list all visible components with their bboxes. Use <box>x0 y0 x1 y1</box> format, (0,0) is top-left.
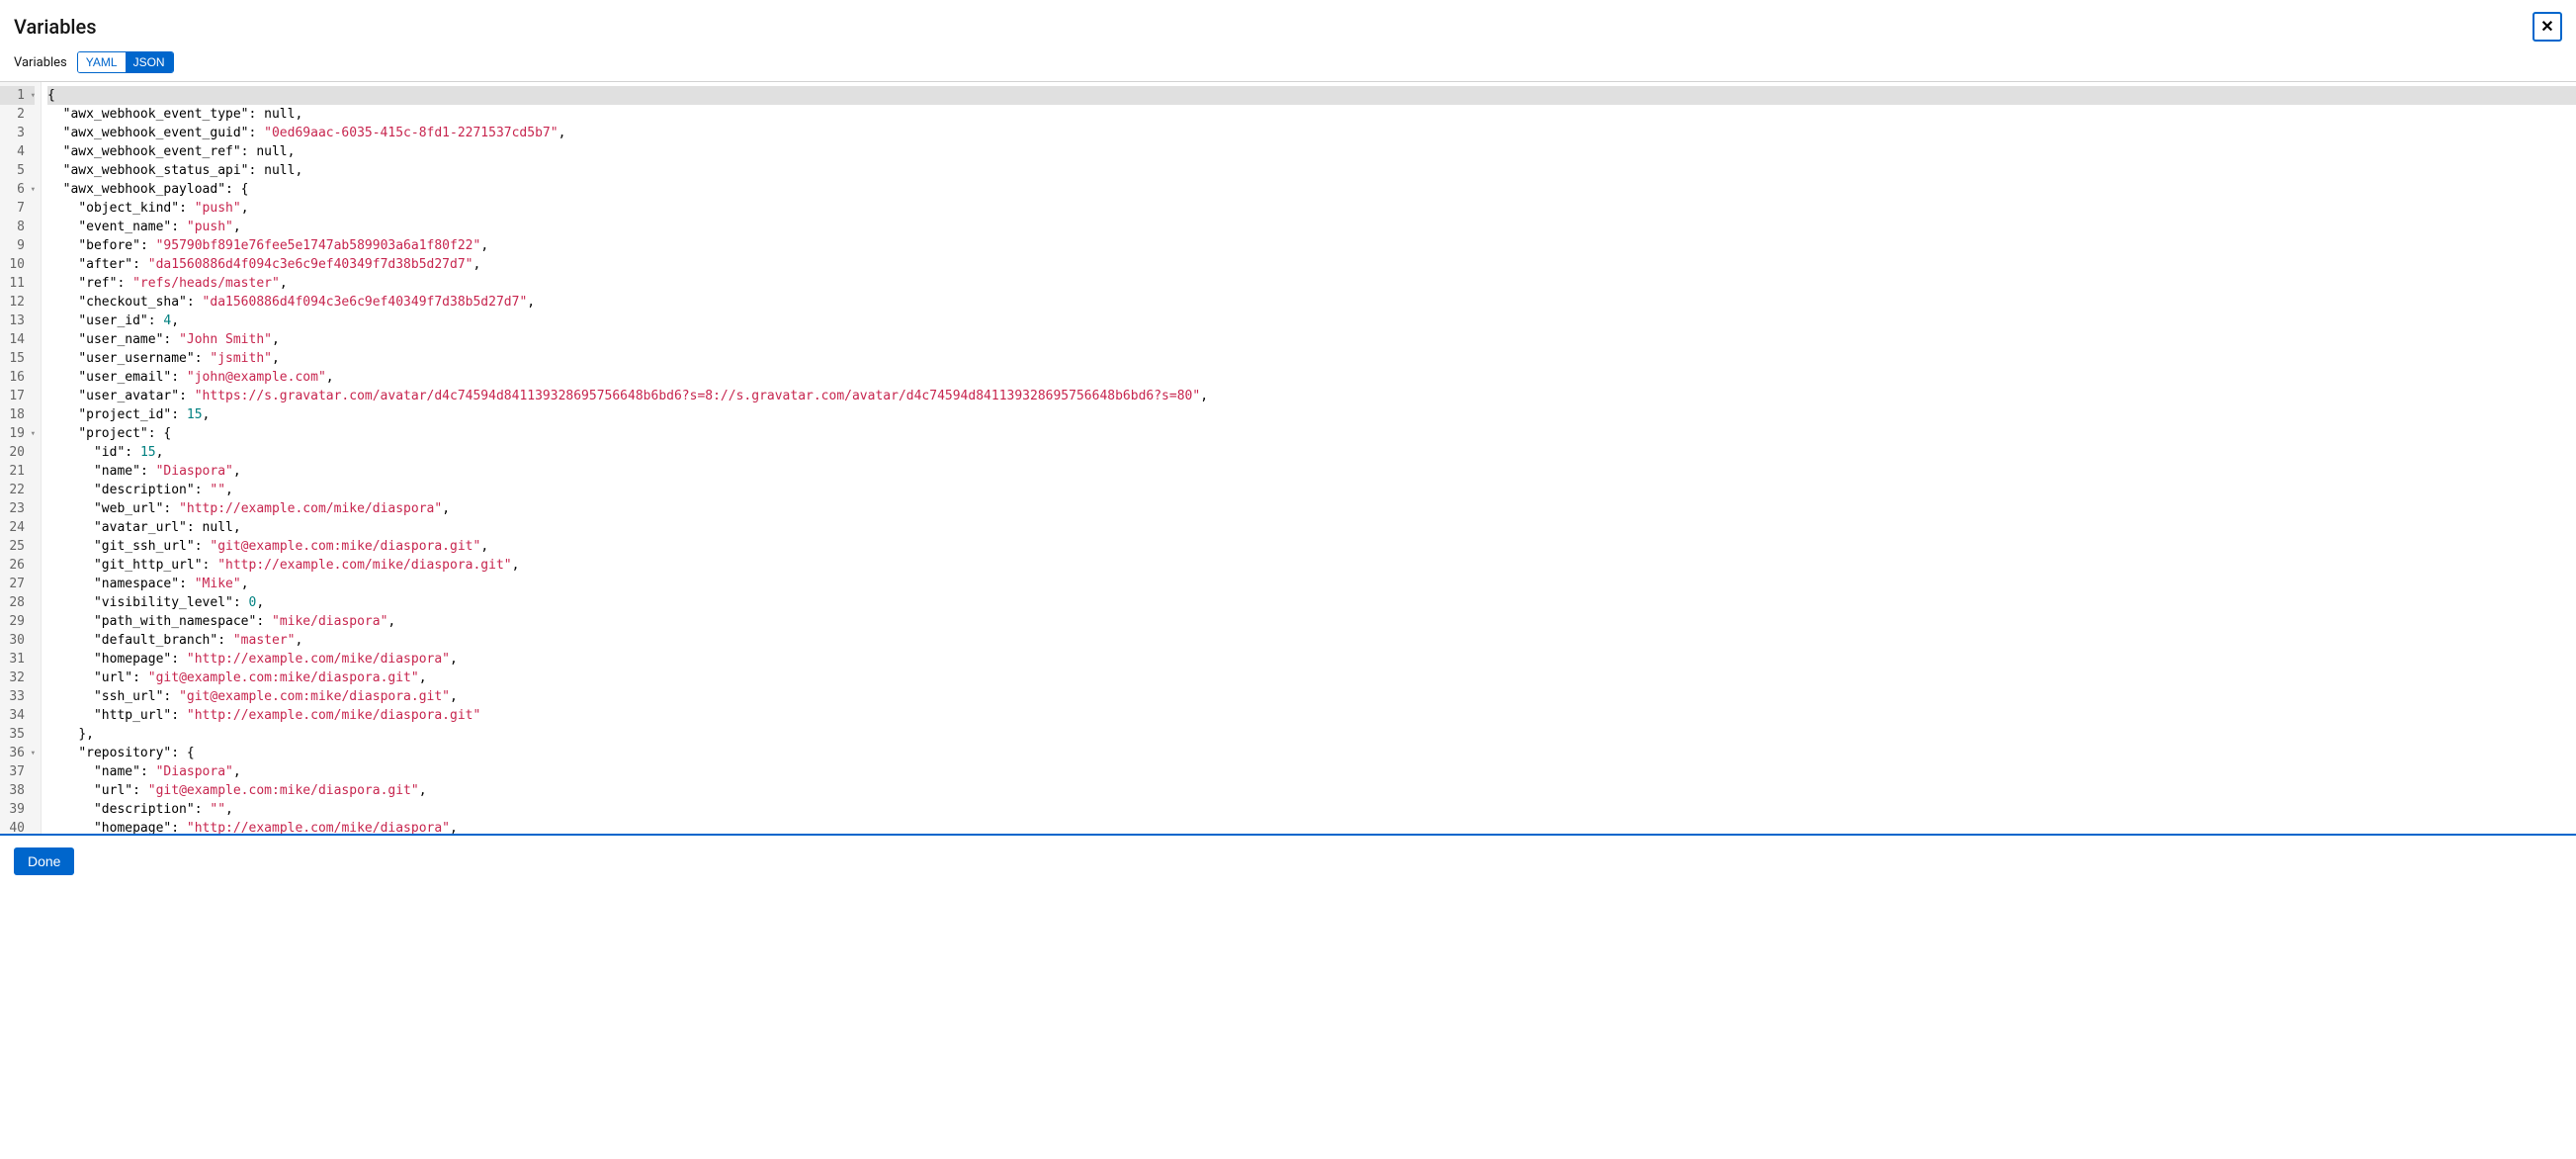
line-number: 29 <box>0 612 35 631</box>
code-line[interactable]: "avatar_url": null, <box>47 518 2576 537</box>
code-editor[interactable]: 1234567891011121314151617181920212223242… <box>0 81 2576 836</box>
line-number: 26 <box>0 556 35 575</box>
code-line[interactable]: "homepage": "http://example.com/mike/dia… <box>47 650 2576 669</box>
code-line[interactable]: "project": { <box>47 424 2576 443</box>
code-line[interactable]: { <box>47 86 2576 105</box>
code-line[interactable]: "object_kind": "push", <box>47 199 2576 218</box>
line-number: 14 <box>0 330 35 349</box>
code-line[interactable]: }, <box>47 725 2576 744</box>
line-number: 37 <box>0 762 35 781</box>
line-number: 12 <box>0 293 35 312</box>
toolbar: Variables YAML JSON <box>0 45 2576 81</box>
line-number: 31 <box>0 650 35 669</box>
line-number: 36 <box>0 744 35 762</box>
line-number: 5 <box>0 161 35 180</box>
code-line[interactable]: "after": "da1560886d4f094c3e6c9ef40349f7… <box>47 255 2576 274</box>
code-line[interactable]: "url": "git@example.com:mike/diaspora.gi… <box>47 669 2576 687</box>
line-number: 7 <box>0 199 35 218</box>
code-line[interactable]: "description": "", <box>47 800 2576 819</box>
line-number: 4 <box>0 142 35 161</box>
page-title: Variables <box>14 15 97 39</box>
line-number: 35 <box>0 725 35 744</box>
line-number: 2 <box>0 105 35 124</box>
toggle-yaml-button[interactable]: YAML <box>78 52 126 72</box>
done-button[interactable]: Done <box>14 847 74 875</box>
code-line[interactable]: "id": 15, <box>47 443 2576 462</box>
code-line[interactable]: "repository": { <box>47 744 2576 762</box>
code-line[interactable]: "awx_webhook_event_guid": "0ed69aac-6035… <box>47 124 2576 142</box>
code-line[interactable]: "user_avatar": "https://s.gravatar.com/a… <box>47 387 2576 405</box>
line-number: 25 <box>0 537 35 556</box>
toolbar-label: Variables <box>14 55 67 70</box>
line-number: 39 <box>0 800 35 819</box>
line-number: 22 <box>0 481 35 499</box>
line-number: 10 <box>0 255 35 274</box>
line-number: 38 <box>0 781 35 800</box>
line-number: 19 <box>0 424 35 443</box>
code-line[interactable]: "before": "95790bf891e76fee5e1747ab58990… <box>47 236 2576 255</box>
line-number: 18 <box>0 405 35 424</box>
code-line[interactable]: "awx_webhook_payload": { <box>47 180 2576 199</box>
line-number: 30 <box>0 631 35 650</box>
line-number: 3 <box>0 124 35 142</box>
code-line[interactable]: "user_id": 4, <box>47 312 2576 330</box>
code-line[interactable]: "user_username": "jsmith", <box>47 349 2576 368</box>
line-number: 34 <box>0 706 35 725</box>
code-line[interactable]: "git_ssh_url": "git@example.com:mike/dia… <box>47 537 2576 556</box>
line-number: 6 <box>0 180 35 199</box>
line-number: 15 <box>0 349 35 368</box>
line-number: 9 <box>0 236 35 255</box>
code-line[interactable]: "checkout_sha": "da1560886d4f094c3e6c9ef… <box>47 293 2576 312</box>
code-line[interactable]: "ssh_url": "git@example.com:mike/diaspor… <box>47 687 2576 706</box>
line-number: 1 <box>0 86 35 105</box>
header: Variables ✕ <box>0 0 2576 45</box>
code-line[interactable]: "description": "", <box>47 481 2576 499</box>
line-number-gutter: 1234567891011121314151617181920212223242… <box>0 82 42 834</box>
code-line[interactable]: "url": "git@example.com:mike/diaspora.gi… <box>47 781 2576 800</box>
code-line[interactable]: "name": "Diaspora", <box>47 462 2576 481</box>
code-line[interactable]: "user_email": "john@example.com", <box>47 368 2576 387</box>
code-line[interactable]: "default_branch": "master", <box>47 631 2576 650</box>
line-number: 40 <box>0 819 35 834</box>
code-line[interactable]: "git_http_url": "http://example.com/mike… <box>47 556 2576 575</box>
code-content[interactable]: { "awx_webhook_event_type": null, "awx_w… <box>42 82 2576 834</box>
code-line[interactable]: "awx_webhook_event_type": null, <box>47 105 2576 124</box>
code-line[interactable]: "ref": "refs/heads/master", <box>47 274 2576 293</box>
line-number: 16 <box>0 368 35 387</box>
line-number: 20 <box>0 443 35 462</box>
code-line[interactable]: "project_id": 15, <box>47 405 2576 424</box>
line-number: 24 <box>0 518 35 537</box>
code-line[interactable]: "visibility_level": 0, <box>47 593 2576 612</box>
code-line[interactable]: "web_url": "http://example.com/mike/dias… <box>47 499 2576 518</box>
close-icon: ✕ <box>2540 17 2553 37</box>
code-line[interactable]: "awx_webhook_status_api": null, <box>47 161 2576 180</box>
toggle-json-button[interactable]: JSON <box>126 52 173 72</box>
code-line[interactable]: "http_url": "http://example.com/mike/dia… <box>47 706 2576 725</box>
line-number: 13 <box>0 312 35 330</box>
code-line[interactable]: "namespace": "Mike", <box>47 575 2576 593</box>
code-line[interactable]: "path_with_namespace": "mike/diaspora", <box>47 612 2576 631</box>
footer: Done <box>0 836 2576 887</box>
line-number: 27 <box>0 575 35 593</box>
line-number: 21 <box>0 462 35 481</box>
line-number: 23 <box>0 499 35 518</box>
format-toggle: YAML JSON <box>77 51 174 73</box>
line-number: 17 <box>0 387 35 405</box>
close-button[interactable]: ✕ <box>2533 12 2562 42</box>
code-line[interactable]: "name": "Diaspora", <box>47 762 2576 781</box>
line-number: 33 <box>0 687 35 706</box>
line-number: 11 <box>0 274 35 293</box>
line-number: 8 <box>0 218 35 236</box>
line-number: 32 <box>0 669 35 687</box>
code-line[interactable]: "awx_webhook_event_ref": null, <box>47 142 2576 161</box>
line-number: 28 <box>0 593 35 612</box>
code-line[interactable]: "event_name": "push", <box>47 218 2576 236</box>
code-line[interactable]: "homepage": "http://example.com/mike/dia… <box>47 819 2576 834</box>
code-line[interactable]: "user_name": "John Smith", <box>47 330 2576 349</box>
